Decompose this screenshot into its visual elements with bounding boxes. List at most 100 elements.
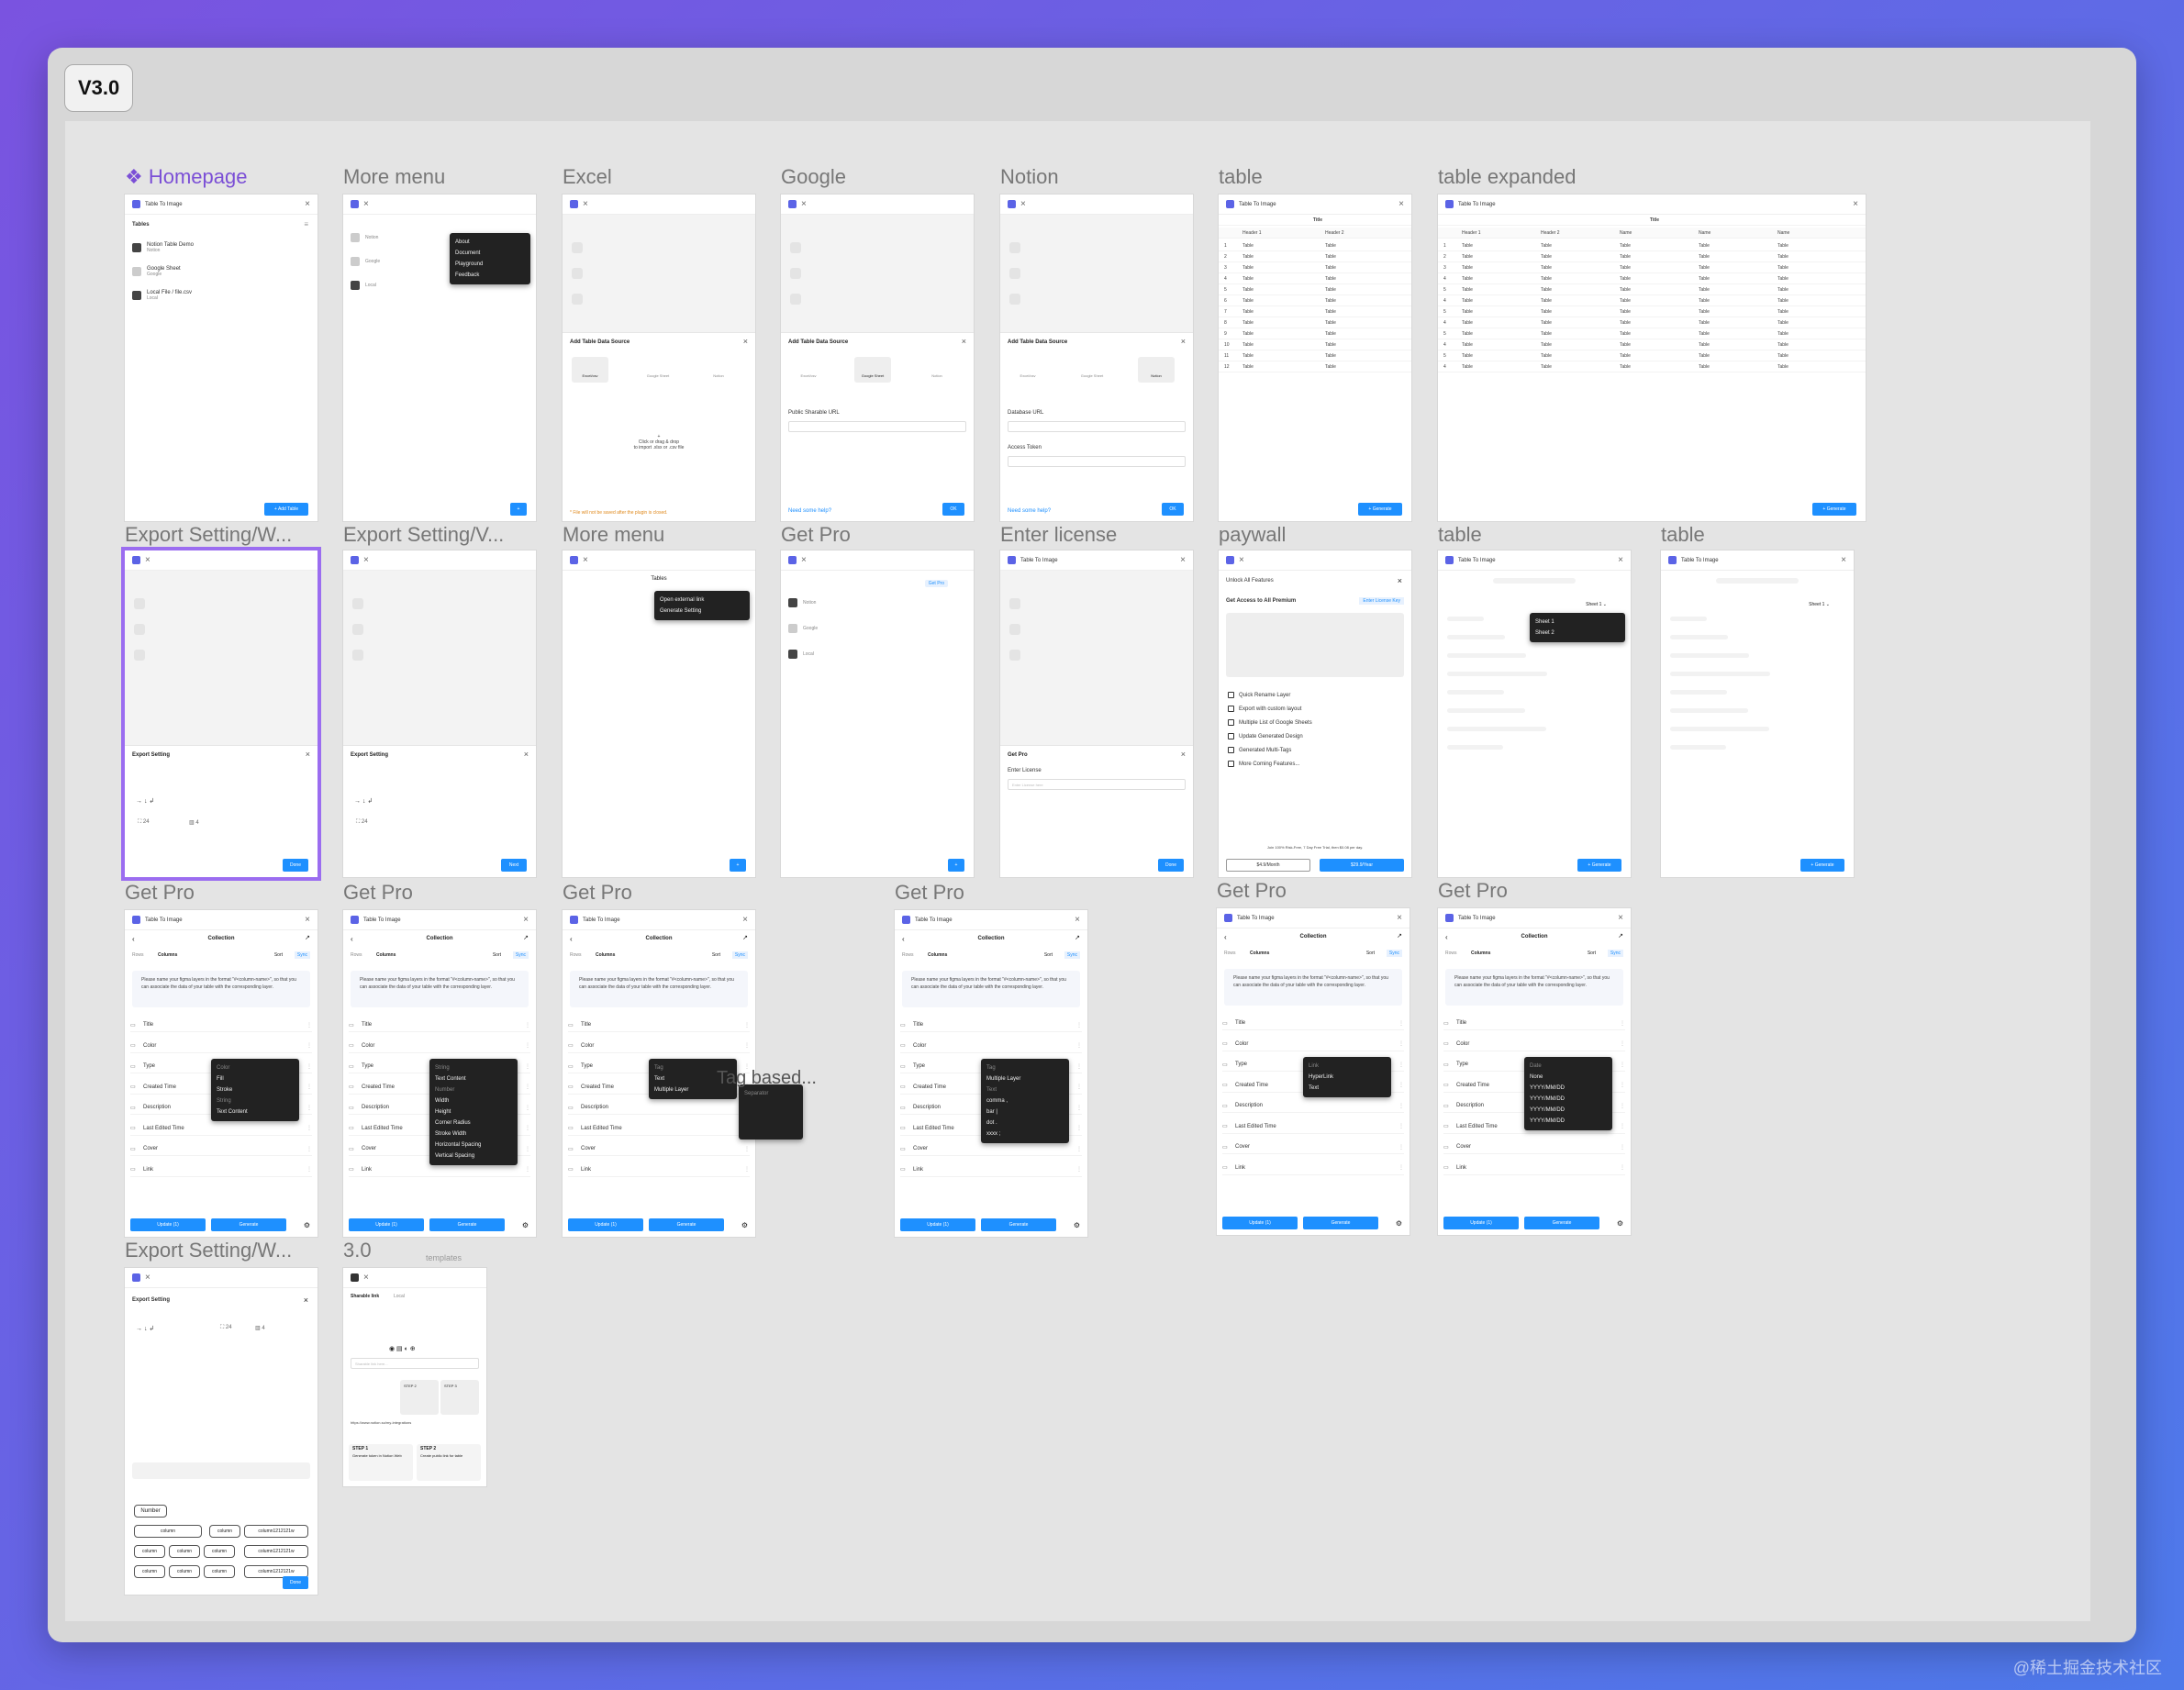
sort-button[interactable]: Sort [493,952,501,958]
field-row[interactable]: ▭ Title ⋮ [130,1018,312,1032]
menu-item[interactable]: YYYY/MM/DD [1530,1083,1607,1094]
menu-item[interactable]: dot . [986,1117,1064,1129]
field-row[interactable]: ▭Last Edited Time⋮ [1222,1120,1404,1134]
column-pill[interactable]: column1212121w [244,1525,308,1538]
generate-button[interactable]: Generate [1524,1217,1599,1229]
frame-label-get-pro-6[interactable]: Get Pro [1438,879,1508,903]
menu-item[interactable]: Text Content [435,1073,512,1084]
drag-handle-icon[interactable]: ⋮ [1620,1123,1625,1129]
field-row[interactable]: ▭ Title ⋮ [1443,1017,1625,1030]
field-row[interactable]: ▭ Link ⋮ [1222,1162,1404,1175]
tab-columns[interactable]: Columns [928,952,947,958]
field-row[interactable]: ▭ Color ⋮ [1443,1038,1625,1051]
menu-item[interactable]: HyperLink [1309,1072,1386,1083]
generate-button[interactable]: + Generate [1577,859,1621,872]
frame-label-enter-license[interactable]: Enter license [1000,523,1117,547]
sync-button[interactable]: Sync [731,951,748,959]
frame-label-get-pro-3[interactable]: Get Pro [563,881,632,905]
number-tag[interactable]: Number [134,1505,167,1518]
menu-icon[interactable]: ≡ [304,220,308,228]
close-icon[interactable]: × [524,750,529,759]
menu-item[interactable]: Vertical Spacing [435,1151,512,1162]
table-row[interactable]: 3 Table Table [1219,262,1411,273]
field-row[interactable]: ▭Last Edited Time⋮ [130,1122,312,1136]
close-icon[interactable]: × [145,555,150,565]
ok-button[interactable]: OK [1162,503,1184,516]
field-row[interactable]: ▭ Title ⋮ [568,1018,750,1032]
spacing-value[interactable]: ⛶ 24 [220,1325,232,1331]
menu-item-playground[interactable]: Playground [455,259,525,270]
drag-handle-icon[interactable]: ⋮ [1398,1062,1404,1068]
table-row[interactable]: 6 Table Table [1219,295,1411,306]
column-pill[interactable]: column [134,1565,165,1578]
menu-item[interactable]: Stroke Width [435,1129,512,1140]
close-icon[interactable]: × [145,1273,150,1283]
field-row[interactable]: ▭ Link ⋮ [900,1163,1082,1177]
update-button[interactable]: Update (1) [900,1218,975,1231]
close-icon[interactable]: × [743,337,748,346]
direction-icons[interactable]: → ↓ ↲ [136,1325,154,1332]
external-link-icon[interactable]: ↗ [305,934,310,941]
drag-handle-icon[interactable]: ⋮ [306,1084,312,1090]
drag-handle-icon[interactable]: ⋮ [306,1105,312,1111]
sort-button[interactable]: Sort [1588,951,1596,956]
drag-handle-icon[interactable]: ⋮ [306,1146,312,1152]
field-row[interactable]: ▭ Cover ⋮ [900,1142,1082,1156]
close-icon[interactable]: × [1398,576,1402,585]
generate-button[interactable]: + Generate [1800,859,1844,872]
column-pill[interactable]: column [169,1545,200,1558]
list-item[interactable]: Notion Table Demo Notion [132,242,194,253]
frame-label-notion[interactable]: Notion [1000,165,1059,189]
menu-item[interactable]: YYYY/MM/DD [1530,1094,1607,1105]
add-button[interactable]: + [948,859,964,872]
tab-local[interactable]: Local [394,1294,405,1299]
sync-button[interactable]: Sync [1064,951,1080,959]
external-link-icon[interactable]: ↗ [1397,932,1402,940]
table-row[interactable]: 4 Table Table Table Table Table [1438,361,1866,372]
tab-columns[interactable]: Columns [1250,951,1269,956]
update-button[interactable]: Update (1) [349,1218,424,1231]
sort-button[interactable]: Sort [712,952,720,958]
close-icon[interactable]: × [363,1273,369,1283]
settings-icon[interactable]: ⚙ [1074,1221,1080,1229]
ok-button[interactable]: OK [942,503,964,516]
drag-handle-icon[interactable]: ⋮ [1398,1103,1404,1109]
menu-item-document[interactable]: Document [455,248,525,259]
frame-label-table-expanded[interactable]: table expanded [1438,165,1576,189]
menu-item-sheet-2[interactable]: Sheet 2 [1535,628,1620,639]
close-icon[interactable]: × [1618,555,1623,565]
table-row[interactable]: 4 Table Table Table Table Table [1438,295,1866,306]
column-pill[interactable]: column [169,1565,200,1578]
table-row[interactable]: 2 Table Table [1219,251,1411,262]
sheet-selector[interactable]: Sheet 1 ⌄ [1809,602,1830,607]
sort-button[interactable]: Sort [1366,951,1375,956]
generate-button[interactable]: + Generate [1358,503,1402,516]
external-link-icon[interactable]: ↗ [523,934,529,941]
sync-button[interactable]: Sync [294,951,310,959]
columns-value[interactable]: ▥ 4 [189,819,199,826]
generate-button[interactable]: Generate [649,1218,724,1231]
sync-button[interactable]: Sync [512,951,529,959]
license-input[interactable]: Enter License here [1008,779,1186,790]
drag-handle-icon[interactable]: ⋮ [525,1125,530,1131]
field-row[interactable]: ▭ Cover ⋮ [130,1142,312,1156]
tab-sharable-link[interactable]: Sharable link [351,1294,379,1299]
field-row[interactable]: ▭Description⋮ [1222,1099,1404,1113]
drag-handle-icon[interactable]: ⋮ [1076,1042,1082,1049]
frame-label-get-pro-1[interactable]: Get Pro [125,881,195,905]
close-icon[interactable]: × [1181,750,1186,759]
drag-handle-icon[interactable]: ⋮ [525,1146,530,1152]
external-link-icon[interactable]: ↗ [1618,932,1623,940]
close-icon[interactable]: × [1853,199,1858,209]
frame-label-v30[interactable]: 3.0 [343,1239,372,1262]
close-icon[interactable]: × [1239,555,1244,565]
table-row[interactable]: 5 Table Table Table Table Table [1438,284,1866,295]
field-row[interactable]: ▭ Cover ⋮ [568,1142,750,1156]
tab-notion[interactable]: Notion [700,357,737,383]
drag-handle-icon[interactable]: ⋮ [306,1063,312,1070]
menu-item[interactable]: comma , [986,1095,1064,1106]
close-icon[interactable]: × [523,915,529,925]
drag-handle-icon[interactable]: ⋮ [1620,1062,1625,1068]
frame-label-more-menu-2[interactable]: More menu [563,523,664,547]
tab-notion[interactable]: Notion [1138,357,1175,383]
